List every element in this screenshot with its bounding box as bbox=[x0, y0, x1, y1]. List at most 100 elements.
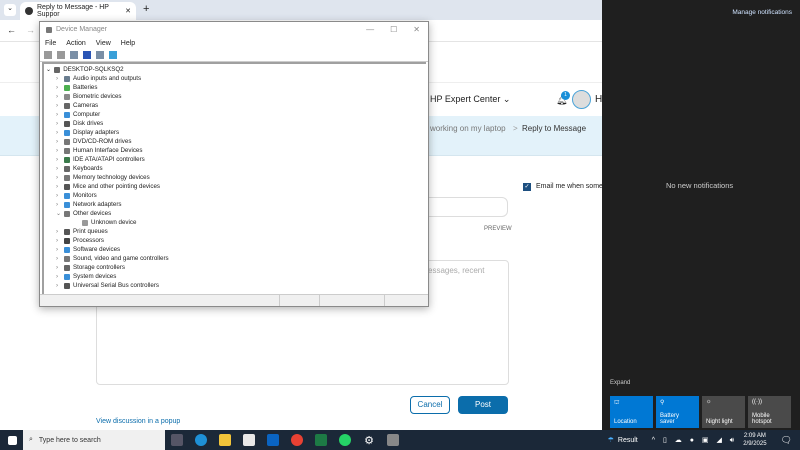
tab-list-button[interactable]: ⌄ bbox=[4, 4, 16, 16]
menu-file[interactable]: File bbox=[45, 40, 56, 47]
close-tab-icon[interactable]: ✕ bbox=[125, 7, 131, 15]
manage-notifications-link[interactable]: Manage notifications bbox=[732, 9, 792, 16]
view-popup-link[interactable]: View discussion in a popup bbox=[96, 418, 180, 425]
expand-chevron-icon[interactable]: › bbox=[56, 201, 61, 208]
expand-chevron-icon[interactable]: › bbox=[56, 183, 61, 190]
expand-chevron-icon[interactable]: › bbox=[56, 228, 61, 235]
tab-reply-to-message[interactable]: Reply to Message - HP Suppor ✕ bbox=[20, 2, 136, 20]
new-tab-button[interactable]: + bbox=[143, 3, 149, 15]
start-icon[interactable] bbox=[8, 435, 17, 445]
tree-category-item[interactable]: › Batteries bbox=[56, 83, 97, 92]
expand-chevron-icon[interactable]: › bbox=[56, 129, 61, 136]
expand-chevron-icon[interactable]: › bbox=[56, 147, 61, 154]
outlook-icon[interactable] bbox=[267, 434, 279, 446]
quick-action-mobile-hotspot[interactable]: ((·)) Mobile hotspot bbox=[748, 396, 791, 428]
collapse-chevron-icon[interactable]: ⌄ bbox=[56, 210, 61, 217]
expand-chevron-icon[interactable]: › bbox=[56, 174, 61, 181]
chrome-icon[interactable] bbox=[291, 434, 303, 446]
clock[interactable]: 2:09 AM 2/9/2025 bbox=[743, 432, 766, 448]
tree-category-item[interactable]: › Human Interface Devices bbox=[56, 146, 142, 155]
expand-chevron-icon[interactable]: › bbox=[56, 246, 61, 253]
toolbar bbox=[40, 49, 428, 62]
system-tray-icons[interactable]: ^ ▯ ☁ ● ▣ ◢ 🔊︎ bbox=[652, 436, 737, 445]
tree-category-item[interactable]: › Storage controllers bbox=[56, 263, 125, 272]
tree-category-item[interactable]: ⌄ Other devices bbox=[56, 209, 111, 218]
edge-icon[interactable] bbox=[195, 434, 207, 446]
device-manager-taskbar-icon[interactable] bbox=[387, 434, 399, 446]
expand-chevron-icon[interactable]: › bbox=[56, 138, 61, 145]
tree-category-item[interactable]: › Mice and other pointing devices bbox=[56, 182, 160, 191]
weather-widget[interactable]: ☂ Result bbox=[608, 436, 638, 445]
email-checkbox[interactable]: ✓ bbox=[523, 183, 531, 191]
scan-hardware-icon[interactable] bbox=[109, 51, 117, 59]
menu-action[interactable]: Action bbox=[66, 40, 85, 47]
post-button[interactable]: Post bbox=[458, 396, 508, 414]
tree-category-item[interactable]: › Keyboards bbox=[56, 164, 103, 173]
tree-device-item[interactable]: Unknown device bbox=[74, 218, 136, 227]
view-icon[interactable] bbox=[96, 51, 104, 59]
preview-tab[interactable]: PREVIEW bbox=[484, 226, 512, 232]
quick-action-night-light[interactable]: ☼ Night light bbox=[702, 396, 745, 428]
menu-view[interactable]: View bbox=[96, 40, 111, 47]
tree-category-item[interactable]: › DVD/CD-ROM drives bbox=[56, 137, 131, 146]
tree-category-item[interactable]: › Network adapters bbox=[56, 200, 122, 209]
quick-action-battery-saver[interactable]: ⚲ Battery saver bbox=[656, 396, 699, 428]
store-icon[interactable] bbox=[243, 434, 255, 446]
tree-category-item[interactable]: › Cameras bbox=[56, 101, 98, 110]
properties-icon[interactable] bbox=[70, 51, 78, 59]
expand-chevron-icon[interactable]: › bbox=[56, 255, 61, 262]
tree-category-item[interactable]: › Memory technology devices bbox=[56, 173, 150, 182]
minimize-button[interactable]: — bbox=[366, 25, 374, 34]
help-icon[interactable] bbox=[83, 51, 91, 59]
hp-expert-center-link[interactable]: HP Expert Center ⌄ bbox=[430, 94, 510, 105]
file-explorer-icon[interactable] bbox=[219, 434, 231, 446]
breadcrumb-prev[interactable]: working on my laptop bbox=[430, 124, 506, 133]
expand-chevron-icon[interactable]: › bbox=[56, 84, 61, 91]
menu-help[interactable]: Help bbox=[121, 40, 135, 47]
settings-icon[interactable]: ⚙ bbox=[363, 434, 375, 447]
tree-category-item[interactable]: › Universal Serial Bus controllers bbox=[56, 281, 159, 290]
expand-chevron-icon[interactable]: › bbox=[56, 282, 61, 289]
tree-category-item[interactable]: › Display adapters bbox=[56, 128, 119, 137]
expand-chevron-icon[interactable]: › bbox=[56, 93, 61, 100]
tree-category-item[interactable]: › Disk drives bbox=[56, 119, 103, 128]
tree-category-item[interactable]: › Software devices bbox=[56, 245, 120, 254]
tree-category-item[interactable]: › Biometric devices bbox=[56, 92, 122, 101]
action-center-icon[interactable]: 🗨︎ bbox=[781, 435, 792, 446]
expand-chevron-icon[interactable]: ⌄ bbox=[46, 66, 51, 73]
expand-chevron-icon[interactable]: › bbox=[56, 165, 61, 172]
tree-category-item[interactable]: › Print queues bbox=[56, 227, 108, 236]
tree-category-item[interactable]: › Monitors bbox=[56, 191, 97, 200]
tree-category-item[interactable]: › Computer bbox=[56, 110, 100, 119]
expand-chevron-icon[interactable]: › bbox=[56, 75, 61, 82]
search-box[interactable]: ⌕ Type here to search bbox=[23, 430, 165, 450]
avatar[interactable] bbox=[572, 90, 591, 109]
expand-link[interactable]: Expand bbox=[610, 380, 630, 386]
expand-chevron-icon[interactable]: › bbox=[56, 156, 61, 163]
back-icon[interactable] bbox=[44, 51, 52, 59]
tree-category-item[interactable]: › Processors bbox=[56, 236, 104, 245]
expand-chevron-icon[interactable]: › bbox=[56, 192, 61, 199]
back-icon[interactable]: ← bbox=[7, 25, 16, 35]
tree-category-item[interactable]: › IDE ATA/ATAPI controllers bbox=[56, 155, 145, 164]
forward-icon[interactable]: → bbox=[26, 25, 35, 35]
excel-icon[interactable] bbox=[315, 434, 327, 446]
expand-chevron-icon[interactable]: › bbox=[56, 273, 61, 280]
whatsapp-icon[interactable] bbox=[339, 434, 351, 446]
expand-chevron-icon[interactable]: › bbox=[56, 102, 61, 109]
expand-chevron-icon[interactable]: › bbox=[56, 111, 61, 118]
tree-category-item[interactable]: › System devices bbox=[56, 272, 116, 281]
expand-chevron-icon[interactable]: › bbox=[56, 264, 61, 271]
tree-root[interactable]: ⌄ DESKTOP-SQLKSQ2 bbox=[46, 65, 124, 74]
tree-category-item[interactable]: › Sound, video and game controllers bbox=[56, 254, 169, 263]
expand-chevron-icon[interactable]: › bbox=[56, 237, 61, 244]
cancel-button[interactable]: Cancel bbox=[410, 396, 450, 414]
tree-root-label: DESKTOP-SQLKSQ2 bbox=[63, 66, 124, 73]
maximize-button[interactable]: ☐ bbox=[390, 25, 397, 34]
tree-category-item[interactable]: › Audio inputs and outputs bbox=[56, 74, 141, 83]
forward-icon[interactable] bbox=[57, 51, 65, 59]
quick-action-location[interactable]: ⛫ Location bbox=[610, 396, 653, 428]
close-button[interactable]: ✕ bbox=[413, 25, 420, 34]
expand-chevron-icon[interactable]: › bbox=[56, 120, 61, 127]
task-view-icon[interactable] bbox=[171, 434, 183, 446]
